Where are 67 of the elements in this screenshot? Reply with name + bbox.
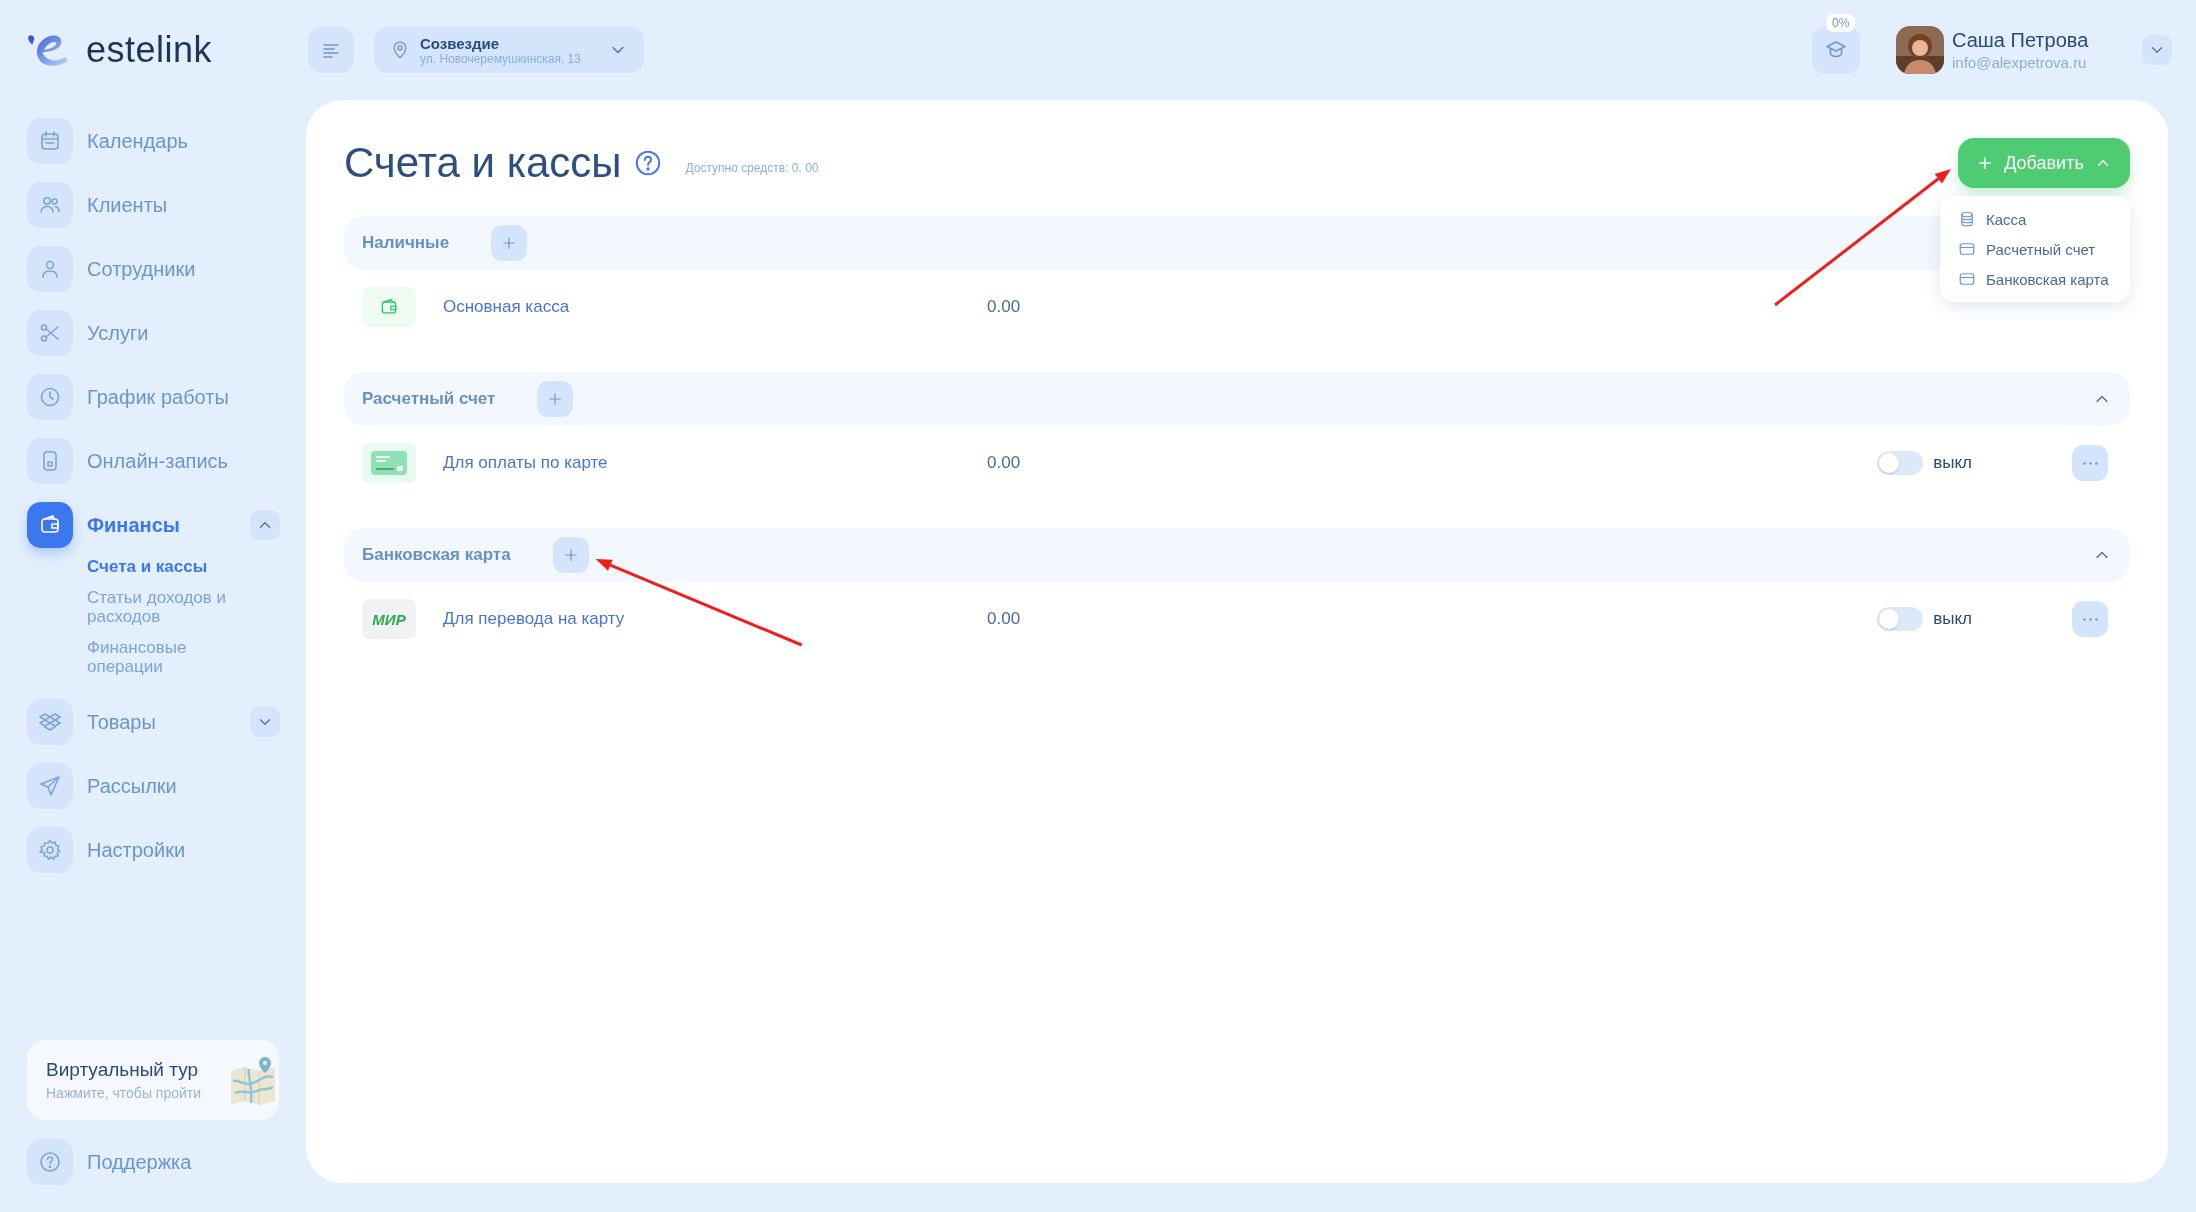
boxes-icon (38, 710, 62, 734)
clock-icon (38, 385, 62, 409)
user-menu-button[interactable] (2142, 35, 2172, 65)
nav-item[interactable]: Рассылки (27, 754, 306, 818)
section-title: Наличные (362, 233, 450, 253)
nav-item[interactable]: Клиенты (27, 173, 306, 237)
help-icon (38, 1150, 62, 1174)
account-link[interactable]: Для оплаты по карте (443, 453, 987, 473)
nav-item[interactable]: Услуги (27, 301, 306, 365)
tour-subtitle: Нажмите, чтобы пройти (46, 1085, 203, 1101)
add-button[interactable] (537, 381, 574, 417)
submenu-item[interactable]: Счета и кассы (87, 557, 247, 576)
more-button[interactable] (2072, 601, 2108, 637)
location-selector[interactable]: Созвездие ул. Новочеремушкинская, 13 (374, 27, 644, 73)
account-amount: 0.00 (987, 453, 1021, 473)
tour-title: Виртуальный тур (46, 1059, 199, 1081)
scissors-icon (38, 321, 62, 345)
more-icon (2082, 617, 2098, 621)
account-link[interactable]: Основная касса (443, 297, 987, 317)
card-icon (1958, 270, 1976, 288)
avatar (1896, 26, 1944, 74)
nav-item[interactable]: Настройки (27, 818, 306, 882)
add-button[interactable]: Добавить (1958, 138, 2130, 188)
bank-card-icon (369, 449, 409, 477)
submenu-item[interactable]: Статьи доходов и расходов (87, 588, 247, 626)
toggle-label: выкл (1933, 609, 1972, 629)
more-icon (2082, 461, 2098, 465)
submenu-item[interactable]: Финансовые операции (87, 638, 247, 676)
nav-item[interactable]: Календарь (27, 109, 306, 173)
education-button[interactable] (1812, 26, 1860, 74)
menu-item[interactable]: Касса (1940, 204, 2130, 234)
menu-item[interactable]: Расчетный счет (1940, 234, 2130, 264)
payment-logo: МИР (362, 599, 416, 639)
account-amount: 0.00 (987, 297, 1021, 317)
logo-text: estelink (86, 29, 213, 71)
coins-icon (1958, 210, 1976, 228)
menu-item[interactable]: Банковская карта (1940, 264, 2130, 294)
support-link[interactable]: Поддержка (27, 1130, 306, 1194)
user-email: info@alexpetrova.ru (1952, 54, 2088, 71)
nav-item[interactable]: График работы (27, 365, 306, 429)
nav-item[interactable]: Товары (27, 690, 306, 754)
nav-item[interactable]: Онлайн-запись (27, 429, 306, 493)
settings-icon (38, 838, 62, 862)
menu-button[interactable] (308, 27, 354, 73)
card-icon (1958, 240, 1976, 258)
nav-item[interactable]: Финансы (27, 493, 306, 557)
progress-badge: 0% (1826, 14, 1856, 32)
paper-plane-icon (38, 774, 62, 798)
account-amount: 0.00 (987, 609, 1021, 629)
user-name: Саша Петрова (1952, 29, 2090, 52)
toggle-label: выкл (1933, 453, 1972, 473)
nav-item[interactable]: Сотрудники (27, 237, 306, 301)
account-link[interactable]: Для перевода на карту (443, 609, 987, 629)
virtual-tour-card[interactable]: Виртуальный тур Нажмите, чтобы пройти (27, 1040, 279, 1120)
section-title: Банковская карта (362, 545, 511, 565)
wallet-icon (379, 297, 399, 317)
toggle-switch[interactable] (1877, 607, 1924, 631)
add-button[interactable] (491, 225, 528, 261)
add-button[interactable] (552, 537, 589, 573)
expand-button[interactable] (250, 510, 280, 540)
more-button[interactable] (2072, 445, 2108, 481)
toggle-switch[interactable] (1877, 451, 1924, 475)
available-funds: Доступно средств: 0. 00 (685, 161, 819, 175)
page-title: Счета и кассы (344, 139, 622, 187)
section-title: Расчетный счет (362, 389, 496, 409)
expand-button[interactable] (250, 707, 280, 737)
calendar-icon (38, 129, 62, 153)
